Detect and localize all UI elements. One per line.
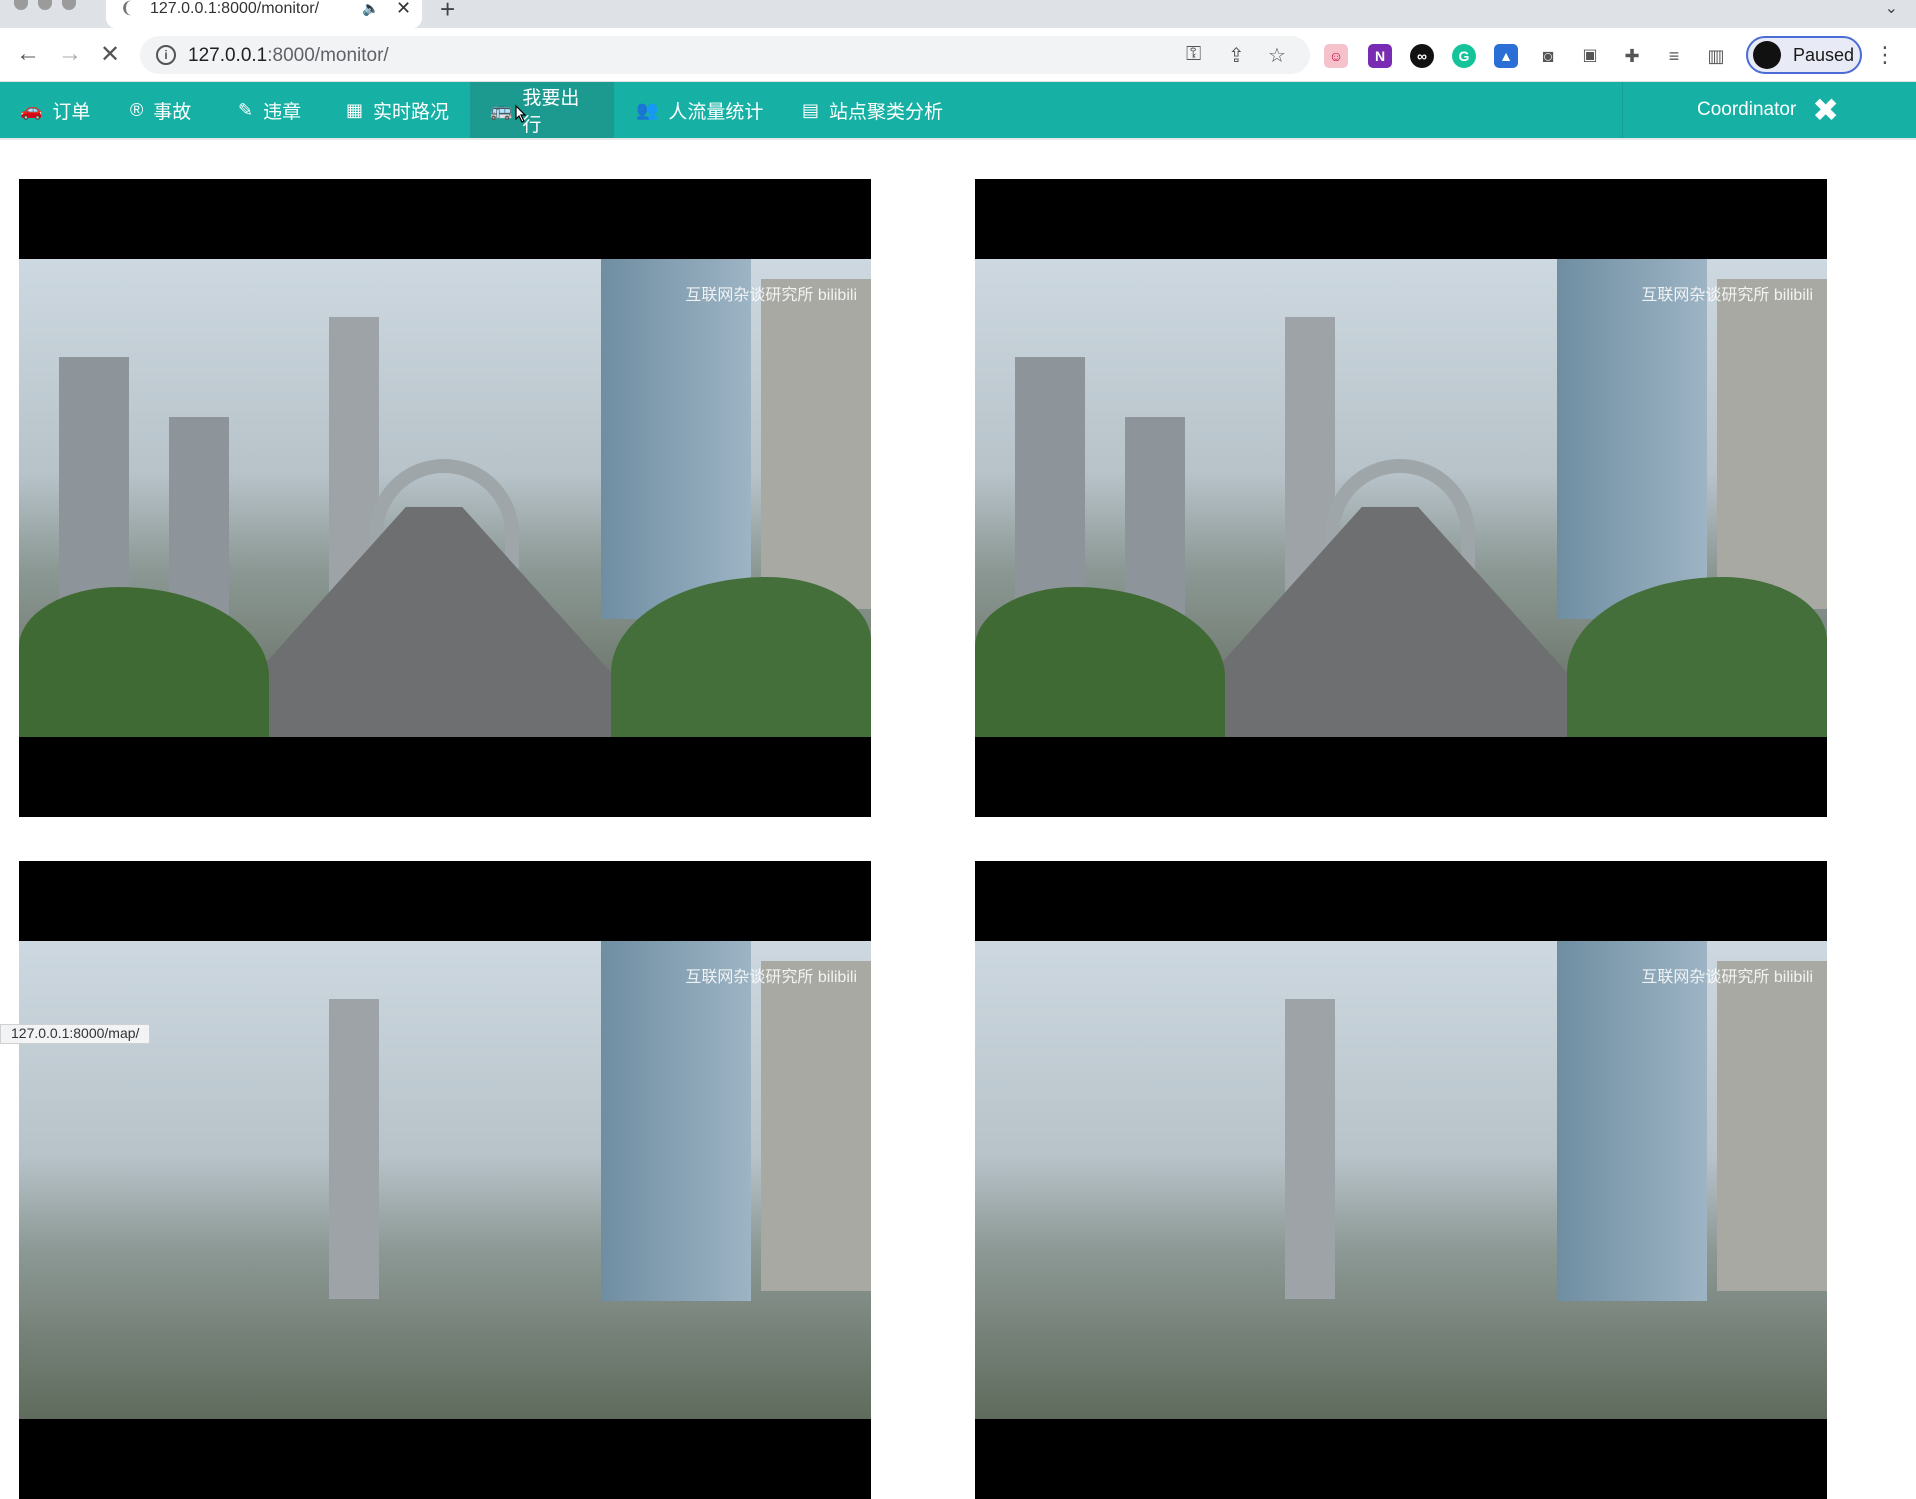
onenote-icon[interactable]: N [1368,44,1392,68]
nav-label: 违章 [263,101,302,123]
nav-label: 人流量统计 [668,101,764,123]
building [1557,941,1707,1301]
nav-item-travel[interactable]: 🚌 我要出行 [470,82,614,138]
calculator-icon: ▤ [802,99,820,120]
watermark: 互联网杂谈研究所 bilibili [685,969,857,986]
profile-button[interactable]: Paused [1746,36,1862,74]
bookmark-star-icon[interactable]: ☆ [1268,43,1286,68]
user-name: Coordinator [1697,99,1797,120]
menu-icon[interactable]: ⋮ [1874,42,1896,68]
back-icon[interactable]: ← [16,40,40,68]
extension-cap-icon[interactable]: ▲ [1494,44,1518,68]
loading-icon: ❨ [120,0,134,17]
address-bar[interactable]: i 127.0.0.1:8000/monitor/ ⚿ ⇪ ☆ [140,36,1310,74]
share-icon[interactable]: ⇪ [1228,43,1245,68]
nav-label: 事故 [153,101,192,123]
nav-item-traffic[interactable]: ▦ 实时路况 [326,82,469,138]
building [169,417,229,617]
traffic-scene-image: 互联网杂谈研究所 bilibili [975,941,1827,1419]
user-menu[interactable]: Coordinator ✖ [1622,82,1916,138]
building [761,279,871,609]
camera-icon[interactable]: ◙ [1536,44,1560,68]
building [1557,259,1707,619]
users-icon: 👥 [636,99,659,120]
building [601,259,751,619]
nav-item-station-cluster[interactable]: ▤ 站点聚类分析 [782,82,963,138]
stop-loading-icon[interactable]: ✕ [100,40,120,69]
site-info-icon[interactable]: i [156,45,176,65]
building [1015,357,1085,617]
tab-search-icon[interactable]: ⌄ [1885,0,1898,18]
forward-icon[interactable]: → [58,40,82,68]
avatar [1753,41,1781,69]
minimize-window-dot[interactable] [38,0,52,10]
bus-icon: 🚌 [490,99,513,120]
maximize-window-dot[interactable] [62,0,76,10]
audio-icon[interactable]: 🔈 [362,0,379,17]
building [601,941,751,1301]
nav-item-flow-stats[interactable]: 👥 人流量统计 [616,82,783,138]
status-bar-url: 127.0.0.1:8000/map/ [0,1024,151,1044]
tab-title: 127.0.0.1:8000/monitor/ [150,0,320,17]
extension-cat-icon[interactable]: ☺ [1324,44,1348,68]
pencil-icon: ✎ [238,99,254,120]
extensions-puzzle-icon[interactable]: ✚ [1620,44,1644,68]
watermark: 互联网杂谈研究所 bilibili [1641,287,1813,304]
registered-icon: ® [130,99,144,120]
browser-tab-strip: ❨ 127.0.0.1:8000/monitor/ 🔈 ✕ + ⌄ [0,0,1916,28]
nav-item-orders[interactable]: 🚗 订单 [0,82,110,138]
traffic-scene-image: 互联网杂谈研究所 bilibili [19,941,871,1419]
nav-label: 我要出行 [522,88,580,136]
profile-status: Paused [1793,44,1855,65]
car-icon: 🚗 [20,99,43,120]
url-text[interactable]: 127.0.0.1:8000/monitor/ [188,45,389,67]
watermark: 互联网杂谈研究所 bilibili [685,287,857,304]
building [1717,279,1827,609]
window-controls[interactable] [14,0,76,10]
nav-item-violations[interactable]: ✎ 违章 [218,82,321,138]
traffic-scene-image: 互联网杂谈研究所 bilibili [19,259,871,737]
close-window-dot[interactable] [14,0,28,10]
building [1717,961,1827,1291]
video-feed[interactable]: 互联网杂谈研究所 bilibili [19,861,871,1499]
browser-tab[interactable]: ❨ 127.0.0.1:8000/monitor/ 🔈 ✕ [106,0,422,28]
nav-label: 站点聚类分析 [829,101,944,123]
monitor-content: 互联网杂谈研究所 bilibili 互联网杂谈研究所 bilibili 互联网杂… [0,138,1916,1499]
building [1285,999,1335,1299]
watermark: 互联网杂谈研究所 bilibili [1641,969,1813,986]
nav-item-accidents[interactable]: ® 事故 [110,82,211,138]
building [761,961,871,1291]
nav-label: 订单 [52,101,91,123]
traffic-scene-image: 互联网杂谈研究所 bilibili [975,259,1827,737]
extension-square-icon[interactable]: ▣ [1578,44,1602,68]
building [329,999,379,1299]
close-tab-icon[interactable]: ✕ [396,0,411,19]
grammarly-icon[interactable]: G [1452,44,1476,68]
key-icon[interactable]: ⚿ [1186,43,1201,66]
new-tab-button[interactable]: + [440,0,455,25]
extension-infinity-icon[interactable]: ∞ [1410,44,1434,68]
video-feed[interactable]: 互联网杂谈研究所 bilibili [19,179,871,817]
browser-toolbar: ← → ✕ i 127.0.0.1:8000/monitor/ ⚿ ⇪ ☆ ☺ … [0,28,1916,82]
side-panel-icon[interactable]: ▥ [1704,44,1728,68]
nav-label: 实时路况 [373,101,450,123]
building [59,357,129,617]
close-icon[interactable]: ✖ [1812,91,1839,129]
url-path: :8000/monitor/ [267,45,389,66]
video-feed[interactable]: 互联网杂谈研究所 bilibili [975,861,1827,1499]
film-icon: ▦ [346,99,364,120]
media-control-icon[interactable]: ≡ [1662,44,1686,68]
app-navbar: 🚗 订单 ® 事故 ✎ 违章 ▦ 实时路况 🚌 我要出行 👥 人流量统计 ▤ 站… [0,82,1916,138]
building [1125,417,1185,617]
url-host: 127.0.0.1 [188,45,268,66]
video-feed[interactable]: 互联网杂谈研究所 bilibili [975,179,1827,817]
mouse-cursor-icon [515,104,527,123]
